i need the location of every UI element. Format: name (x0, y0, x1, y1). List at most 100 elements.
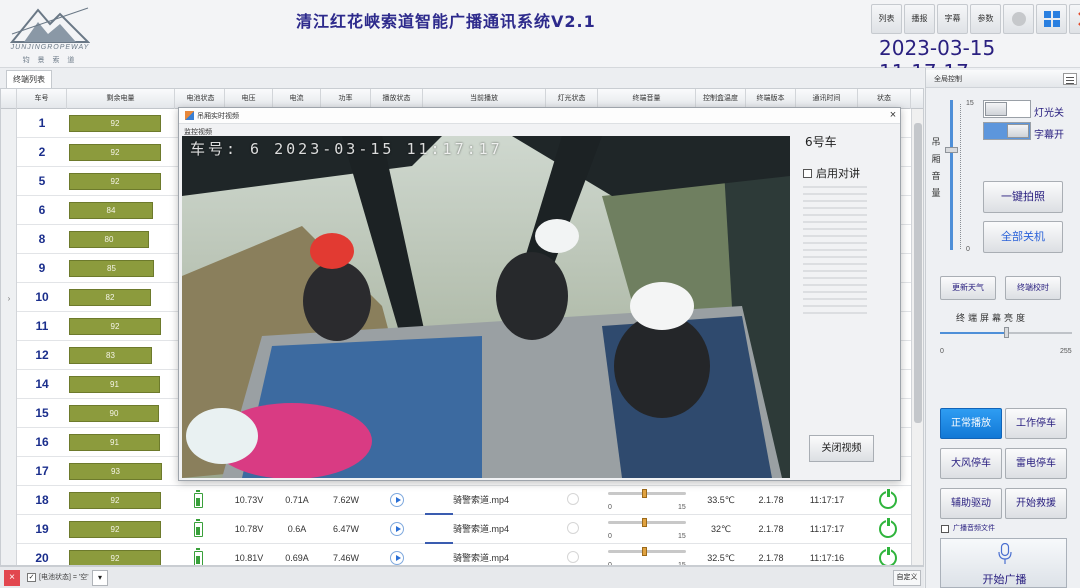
power-icon[interactable] (879, 517, 897, 538)
volume-thumb[interactable] (642, 547, 647, 556)
voltage-cell: 10.81V (234, 553, 264, 563)
row-indicator[interactable] (1, 428, 17, 457)
close-video-button[interactable]: 关闭视频 (809, 435, 874, 462)
table-row[interactable]: 18 92 10.73V 0.71A 7.62W 骑警索道.mp4 0 15 33.5℃ 2.1.… (1, 486, 911, 515)
filter-dropdown[interactable]: ▾ (92, 570, 108, 586)
start-broadcast-button[interactable]: 开始广播 (940, 538, 1067, 588)
car-number: 17 (35, 464, 49, 478)
start-rescue-button[interactable]: 开始救援 (1005, 488, 1067, 519)
column-header-6[interactable]: 功率 (321, 89, 371, 109)
table-scrollbar[interactable] (911, 109, 923, 565)
exit-button[interactable] (1069, 4, 1080, 34)
battery-bar-bg: 84 (69, 202, 177, 219)
battery-bar-bg: 92 (69, 115, 177, 132)
column-header-4[interactable]: 电压 (225, 89, 273, 109)
voltage-cell: 10.78V (234, 524, 264, 534)
update-weather-button[interactable]: 更新天气 (940, 276, 996, 300)
table-row[interactable]: 19 92 10.78V 0.6A 6.47W 骑警索道.mp4 0 15 32℃ 2.1.78 1… (1, 515, 911, 544)
row-indicator[interactable] (1, 196, 17, 225)
battery-bar-bg: 92 (69, 550, 177, 565)
aux-drive-button[interactable]: 辅助驱动 (940, 488, 1002, 519)
power-cell: 6.47W (332, 524, 359, 534)
battery-bar-bg: 92 (69, 173, 177, 190)
car-number: 10 (35, 290, 49, 304)
list-button[interactable]: 列表 (871, 4, 902, 34)
column-header-10[interactable]: 终端音量 (598, 89, 696, 109)
power-icon[interactable] (879, 546, 897, 565)
normal-play-button[interactable]: 正常播放 (940, 408, 1002, 439)
row-indicator[interactable] (1, 109, 17, 138)
column-header-9[interactable]: 灯光状态 (546, 89, 598, 109)
row-indicator[interactable] (1, 167, 17, 196)
column-header-1[interactable]: 车号 (17, 89, 67, 109)
row-indicator[interactable] (1, 515, 17, 544)
row-indicator[interactable] (1, 544, 17, 565)
play-icon[interactable] (390, 551, 404, 565)
thunder-stop-button[interactable]: 雷电停车 (1005, 448, 1067, 479)
temperature-cell: 33.5℃ (707, 495, 735, 505)
power-icon[interactable] (879, 488, 897, 509)
minimize-button[interactable] (1003, 4, 1034, 34)
brightness-thumb[interactable] (1004, 327, 1009, 338)
play-icon[interactable] (390, 522, 404, 536)
shutdown-all-button[interactable]: 全部关机 (983, 221, 1063, 253)
column-header-5[interactable]: 电流 (273, 89, 321, 109)
column-header-12[interactable]: 终端版本 (746, 89, 796, 109)
battery-bar-bg: 92 (69, 492, 177, 509)
battery-bar-bg: 93 (69, 463, 177, 480)
volume-min: 0 (966, 246, 970, 253)
custom-filter-button[interactable]: 自定义 (893, 570, 921, 586)
row-indicator[interactable] (1, 457, 17, 486)
column-header-14[interactable]: 状态 (858, 89, 911, 109)
car-number: 1 (38, 116, 46, 130)
intercom-checkbox[interactable] (803, 169, 812, 178)
volume-track[interactable] (950, 100, 953, 250)
tab-terminal-list[interactable]: 终端列表 (6, 70, 52, 88)
photo-all-button[interactable]: 一键拍照 (983, 181, 1063, 213)
broadcast-menu-button[interactable]: 播报 (904, 4, 935, 34)
volume-thumb[interactable] (945, 147, 958, 153)
music-file-checkbox[interactable] (941, 525, 949, 533)
scrollbar-thumb[interactable] (914, 123, 922, 423)
dialog-titlebar: 吊厢实时视频 × (179, 108, 900, 124)
cabin-video-image (182, 136, 790, 478)
column-header-7[interactable]: 播放状态 (371, 89, 423, 109)
row-indicator[interactable] (1, 225, 17, 254)
row-indicator[interactable] (1, 399, 17, 428)
power-cell: 7.62W (332, 495, 359, 505)
row-indicator[interactable] (1, 138, 17, 167)
time-sync-button[interactable]: 终端校时 (1005, 276, 1061, 300)
work-stop-button[interactable]: 工作停车 (1005, 408, 1067, 439)
row-indicator[interactable] (1, 486, 17, 515)
column-header-2[interactable]: 剩余电量 (67, 89, 175, 109)
dialog-title: 吊厢实时视频 (197, 113, 239, 120)
terminal-volume-slider[interactable]: 0 15 (608, 489, 686, 511)
row-indicator[interactable] (1, 341, 17, 370)
dialog-close-button[interactable]: × (887, 108, 899, 124)
intercom-label: 启用对讲 (816, 167, 860, 180)
volume-thumb[interactable] (642, 518, 647, 527)
terminal-volume-slider[interactable]: 0 15 (608, 518, 686, 540)
light-toggle[interactable] (983, 100, 1031, 118)
column-header-13[interactable]: 通讯时间 (796, 89, 858, 109)
wind-stop-button[interactable]: 大风停车 (940, 448, 1002, 479)
column-header-8[interactable]: 当前播放 (423, 89, 546, 109)
filter-checkbox[interactable]: ✓ (27, 573, 36, 582)
volume-ticks (960, 104, 964, 249)
terminal-volume-slider[interactable]: 0 15 (608, 547, 686, 565)
live-video-feed: 车号: 6 2023-03-15 11:17:17 (182, 136, 790, 478)
clear-filter-button[interactable]: × (4, 570, 20, 586)
subtitle-button[interactable]: 字幕 (937, 4, 968, 34)
table-row[interactable]: 20 92 10.81V 0.69A 7.46W 骑警索道.mp4 0 15 32.5℃ 2.1.… (1, 544, 911, 565)
column-header-11[interactable]: 控制盒温度 (696, 89, 746, 109)
play-icon[interactable] (390, 493, 404, 507)
car-volume-slider[interactable]: 吊厢音量 15 0 (926, 90, 981, 260)
volume-thumb[interactable] (642, 489, 647, 498)
expand-arrow-icon[interactable]: › (1, 279, 17, 319)
windows-button[interactable] (1036, 4, 1067, 34)
column-header-3[interactable]: 电池状态 (177, 89, 225, 109)
subtitle-toggle[interactable] (983, 122, 1031, 140)
settings-button[interactable]: 参数 (970, 4, 1001, 34)
row-indicator[interactable] (1, 370, 17, 399)
panel-menu-icon[interactable] (1063, 73, 1077, 85)
